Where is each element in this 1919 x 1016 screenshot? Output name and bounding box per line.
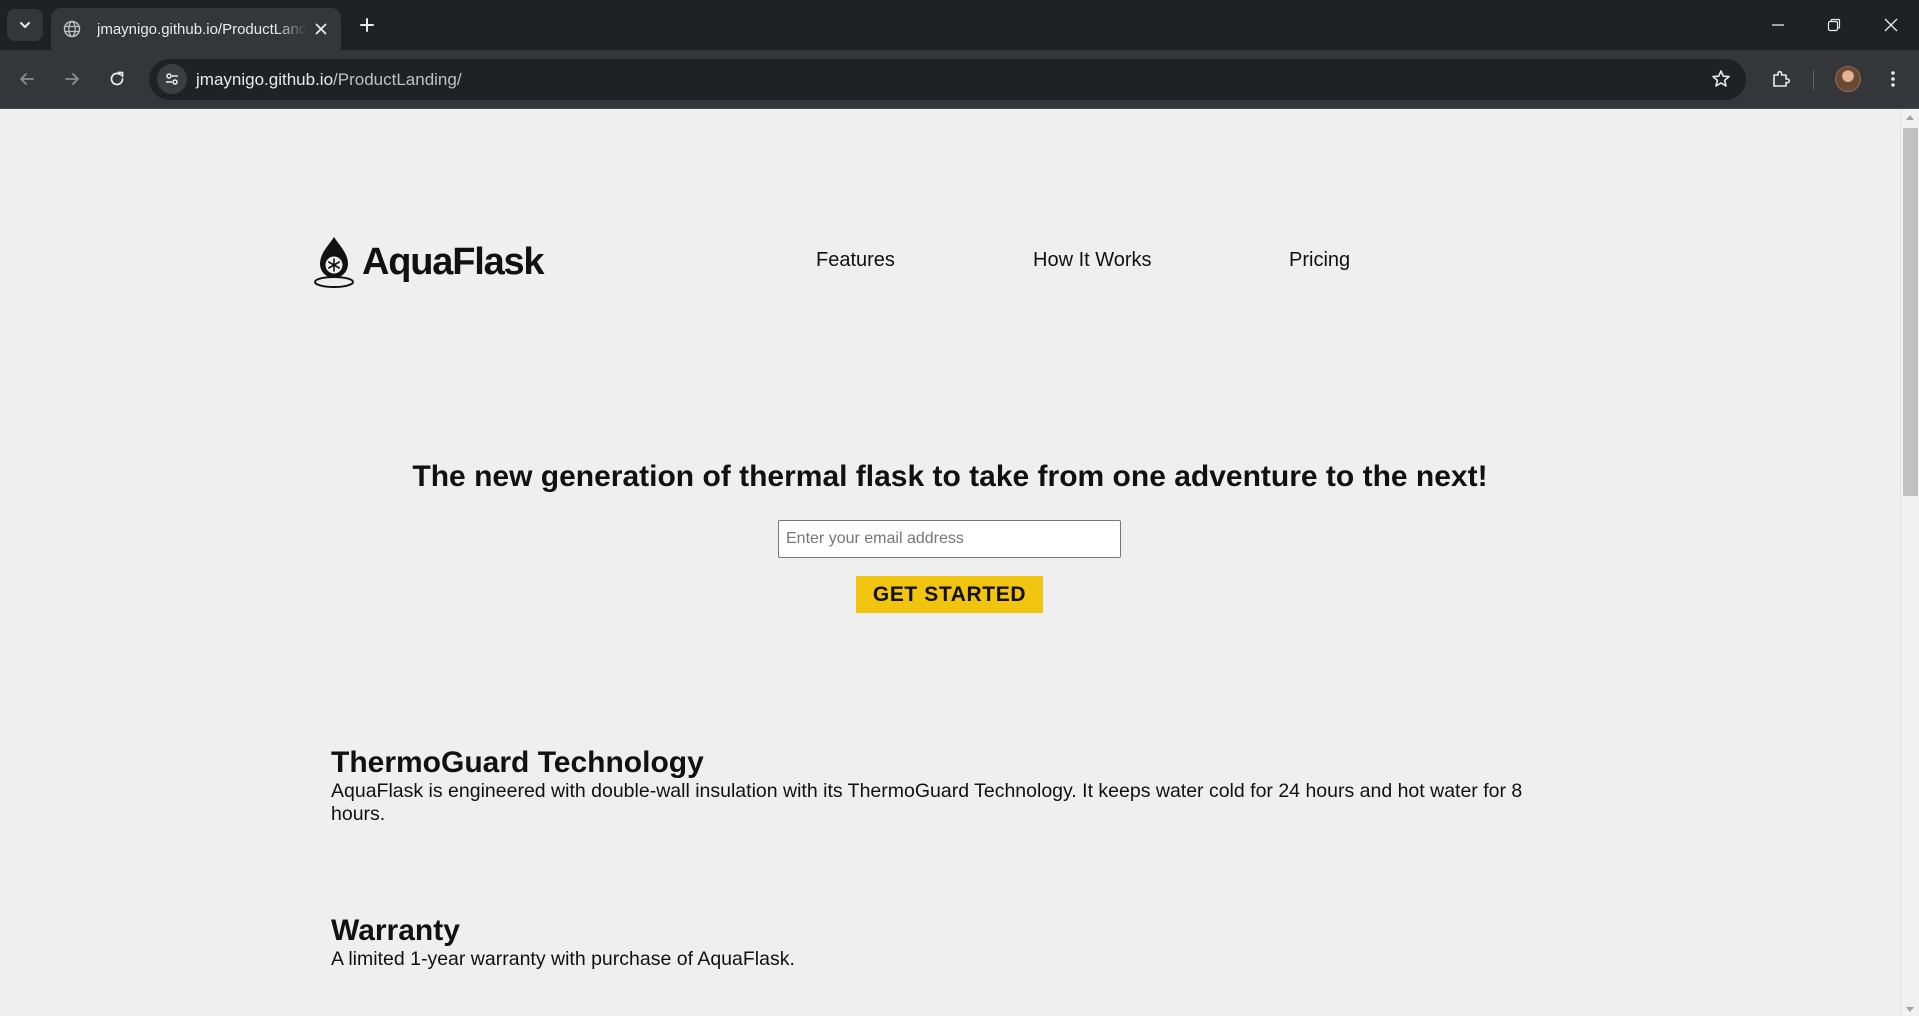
page-scrollbar[interactable] xyxy=(1900,109,1919,1016)
site-logo[interactable]: AquaFlask xyxy=(312,235,545,289)
back-button[interactable] xyxy=(10,62,44,96)
extensions-button[interactable] xyxy=(1764,62,1798,96)
browser-tab-active[interactable]: jmaynigo.github.io/ProductLanding/ xyxy=(51,8,341,50)
hero-title: The new generation of thermal flask to t… xyxy=(412,460,1488,493)
feature-block-thermoguard: ThermoGuard Technology AquaFlask is engi… xyxy=(331,746,1571,826)
feature-title: ThermoGuard Technology xyxy=(331,746,704,779)
chevron-down-icon xyxy=(20,22,30,28)
page-viewport: AquaFlask Features How It Works Pricing … xyxy=(0,109,1900,1016)
star-icon xyxy=(1712,70,1730,87)
reload-button[interactable] xyxy=(100,62,134,96)
email-input[interactable] xyxy=(778,520,1121,558)
tab-search-button[interactable] xyxy=(7,9,43,41)
browser-toolbar: jmaynigo.github.io/ProductLanding/ xyxy=(0,50,1919,109)
toolbar-divider xyxy=(1813,70,1814,90)
kebab-menu-icon xyxy=(1891,71,1895,87)
scroll-up-arrow-icon[interactable] xyxy=(1906,115,1914,120)
feature-block-warranty: Warranty A limited 1-year warranty with … xyxy=(331,914,1571,971)
plus-icon xyxy=(360,18,374,32)
bookmark-star-button[interactable] xyxy=(1710,68,1732,90)
minimize-icon xyxy=(1772,24,1784,26)
feature-text: AquaFlask is engineered with double-wall… xyxy=(331,780,1523,825)
url-host: jmaynigo.github.io xyxy=(196,70,334,89)
get-started-button[interactable]: GET STARTED xyxy=(856,576,1043,613)
scroll-down-arrow-icon[interactable] xyxy=(1906,1007,1914,1012)
feature-title: Warranty xyxy=(331,914,460,947)
tab-title: jmaynigo.github.io/ProductLanding/ xyxy=(97,20,307,38)
droplet-snowflake-icon xyxy=(314,237,354,288)
arrow-right-icon xyxy=(65,73,79,85)
restore-button[interactable] xyxy=(1806,0,1862,50)
url-path: /ProductLanding/ xyxy=(333,70,462,89)
close-window-button[interactable] xyxy=(1863,0,1919,50)
new-tab-button[interactable] xyxy=(353,11,381,39)
reload-icon xyxy=(110,71,124,86)
close-icon xyxy=(1884,18,1898,32)
nav-link-how-it-works[interactable]: How It Works xyxy=(1033,249,1152,272)
nav-link-pricing[interactable]: Pricing xyxy=(1289,249,1350,272)
chrome-menu-button[interactable] xyxy=(1876,62,1910,96)
feature-text: A limited 1-year warranty with purchase … xyxy=(331,948,795,970)
minimize-button[interactable] xyxy=(1750,0,1806,50)
close-tab-icon[interactable] xyxy=(311,19,331,39)
logo-wordmark: AquaFlask xyxy=(362,240,545,283)
puzzle-icon xyxy=(1773,70,1791,87)
site-info-button[interactable] xyxy=(157,64,187,94)
arrow-left-icon xyxy=(20,73,34,85)
forward-button[interactable] xyxy=(55,62,89,96)
globe-icon xyxy=(63,20,81,38)
nav-link-features[interactable]: Features xyxy=(816,249,895,272)
profile-avatar[interactable] xyxy=(1835,66,1861,92)
browser-tabstrip: jmaynigo.github.io/ProductLanding/ xyxy=(0,0,1919,50)
scrollbar-thumb[interactable] xyxy=(1903,128,1918,496)
address-bar[interactable]: jmaynigo.github.io/ProductLanding/ xyxy=(149,59,1746,100)
tune-icon xyxy=(166,73,178,85)
restore-icon xyxy=(1827,18,1841,32)
url-text: jmaynigo.github.io/ProductLanding/ xyxy=(196,70,462,90)
